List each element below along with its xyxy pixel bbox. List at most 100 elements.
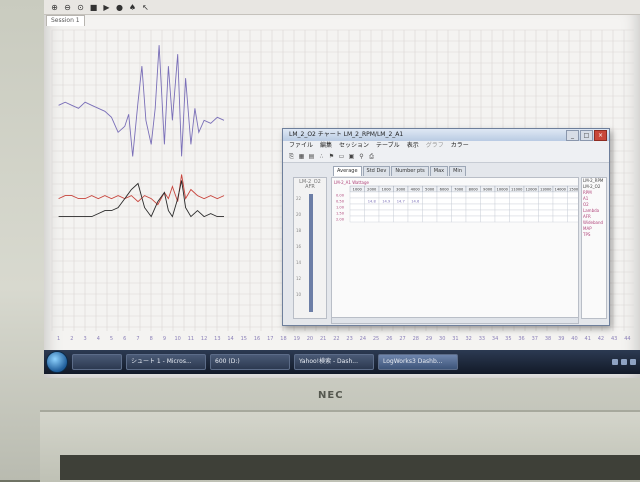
cursor-icon[interactable]: ↖ <box>141 3 150 12</box>
play-icon[interactable]: ▶ <box>102 3 111 12</box>
menu-file[interactable]: ファイル <box>289 141 313 151</box>
x-tick-label: 27 <box>399 336 405 342</box>
x-tick-label: 42 <box>598 336 604 342</box>
tab-min[interactable]: Min <box>449 166 466 176</box>
dialog-menu-bar: ファイル 編集 セッション テーブル 表示 グラフ カラー <box>283 141 609 151</box>
minimize-button[interactable]: _ <box>566 130 579 141</box>
channel-list: LM-2_RPM LM-2_O2 RPM A1 O2 Lambda AFR Wideband M… <box>581 177 607 319</box>
table-cell <box>378 191 394 199</box>
gauge-bar <box>309 194 313 312</box>
laptop-brand-logo: NEC <box>318 390 344 401</box>
taskbar-button-1[interactable] <box>72 354 122 370</box>
chart-icon[interactable]: ▤ <box>308 153 315 160</box>
x-tick-label: 35 <box>505 336 511 342</box>
menu-graph[interactable]: グラフ <box>426 141 444 151</box>
chart-dialog-window: LM_2_O2 チャート LM_2_RPM/LM_2_A1 _ □ × ファイル… <box>282 128 610 326</box>
tab-number-pts[interactable]: Number pts <box>391 166 429 176</box>
table-cell <box>407 209 423 217</box>
points-icon[interactable]: ∴ <box>318 153 325 160</box>
table-cell <box>349 209 365 217</box>
taskbar-button-5[interactable]: LogWorks3 Dashb... <box>378 354 458 370</box>
menu-color[interactable]: カラー <box>451 141 469 151</box>
table-icon[interactable]: ▦ <box>298 153 305 160</box>
table-cell <box>422 203 438 211</box>
x-tick-label: 15 <box>241 336 247 342</box>
table-cell <box>538 203 554 211</box>
x-tick-label: 9 <box>163 336 166 342</box>
table-cell <box>451 203 467 211</box>
x-tick-label: 7 <box>136 336 139 342</box>
table-cell <box>480 191 496 199</box>
table-cell <box>436 197 452 205</box>
table-cell <box>393 209 409 217</box>
menu-table[interactable]: テーブル <box>376 141 400 151</box>
tab-std-dev[interactable]: Std Dev <box>362 166 391 176</box>
menu-view[interactable]: 表示 <box>407 141 419 151</box>
table-cell <box>480 209 496 217</box>
table-cell <box>538 215 554 223</box>
x-tick-label: 5 <box>110 336 113 342</box>
x-tick-label: 29 <box>426 336 432 342</box>
x-tick-label: 6 <box>123 336 126 342</box>
table-header-value: 2000 <box>367 188 377 192</box>
start-button[interactable] <box>46 351 68 373</box>
table-cell <box>552 203 568 211</box>
menu-session[interactable]: セッション <box>339 141 369 151</box>
table-cell <box>509 203 525 211</box>
gauge-tick-label: 14 <box>296 260 302 265</box>
print-icon[interactable]: ⎙ <box>368 153 375 160</box>
window-controls: _ □ × <box>566 130 607 141</box>
copy-icon[interactable]: ⎘ <box>288 153 295 160</box>
table-cell <box>523 209 539 217</box>
power-icon[interactable] <box>630 359 636 365</box>
keyboard-edge <box>60 455 640 480</box>
table-cell <box>364 215 380 223</box>
zoom-fit-icon[interactable]: ⊙ <box>76 3 85 12</box>
table-cell <box>378 209 394 217</box>
x-tick-label: 4 <box>97 336 100 342</box>
zoom-out-icon[interactable]: ⊖ <box>63 3 72 12</box>
table-cell <box>393 215 409 223</box>
save-icon[interactable]: ▣ <box>348 153 355 160</box>
table-cell <box>364 209 380 217</box>
network-icon[interactable] <box>612 359 618 365</box>
table-row-label: 2.00 <box>336 218 345 222</box>
table-cell <box>480 197 496 205</box>
gauge-label: LM-2_O2 AFR <box>299 179 321 190</box>
filter-icon[interactable]: ⚲ <box>358 153 365 160</box>
table-cell <box>422 209 438 217</box>
taskbar-button-4[interactable]: Yahoo!検索 - Dash... <box>294 354 374 370</box>
document-icon[interactable]: ▭ <box>338 153 345 160</box>
binoculars-icon[interactable]: ♠ <box>128 3 137 12</box>
x-tick-label: 3 <box>83 336 86 342</box>
table-cell <box>349 215 365 223</box>
x-tick-label: 12 <box>201 336 207 342</box>
menu-edit[interactable]: 編集 <box>320 141 332 151</box>
maximize-button[interactable]: □ <box>580 130 593 141</box>
flag-icon[interactable]: ⚑ <box>328 153 335 160</box>
table-row-label: 0.50 <box>336 200 345 204</box>
volume-icon[interactable] <box>621 359 627 365</box>
data-table[interactable]: LM-2_A1 Wattage 1000 2000 1000 3000 4000 5000 6… <box>331 177 579 319</box>
taskbar-button-2[interactable]: シュート 1 - Micros... <box>126 354 206 370</box>
record-icon[interactable]: ● <box>115 3 124 12</box>
session-tab[interactable]: Session 1 <box>46 15 85 26</box>
channel-list-item[interactable]: TPS <box>582 232 606 238</box>
zoom-in-icon[interactable]: ⊕ <box>50 3 59 12</box>
taskbar-button-3[interactable]: 600 (D:) <box>210 354 290 370</box>
table-cell <box>509 191 525 199</box>
table-cell-value: 14.7 <box>397 200 405 204</box>
tab-max[interactable]: Max <box>429 166 449 176</box>
table-cell <box>465 209 481 217</box>
x-tick-label: 36 <box>518 336 524 342</box>
chart-series-layer <box>58 45 225 218</box>
x-tick-label: 13 <box>214 336 220 342</box>
close-button[interactable]: × <box>594 130 607 141</box>
table-cell <box>349 191 365 199</box>
dialog-title-bar[interactable]: LM_2_O2 チャート LM_2_RPM/LM_2_A1 _ □ × <box>283 129 609 141</box>
stop-icon[interactable]: ■ <box>89 3 98 12</box>
table-horizontal-scrollbar[interactable] <box>331 317 579 324</box>
x-tick-label: 19 <box>294 336 300 342</box>
tab-average[interactable]: Average <box>333 166 362 176</box>
x-tick-label: 1 <box>57 336 60 342</box>
